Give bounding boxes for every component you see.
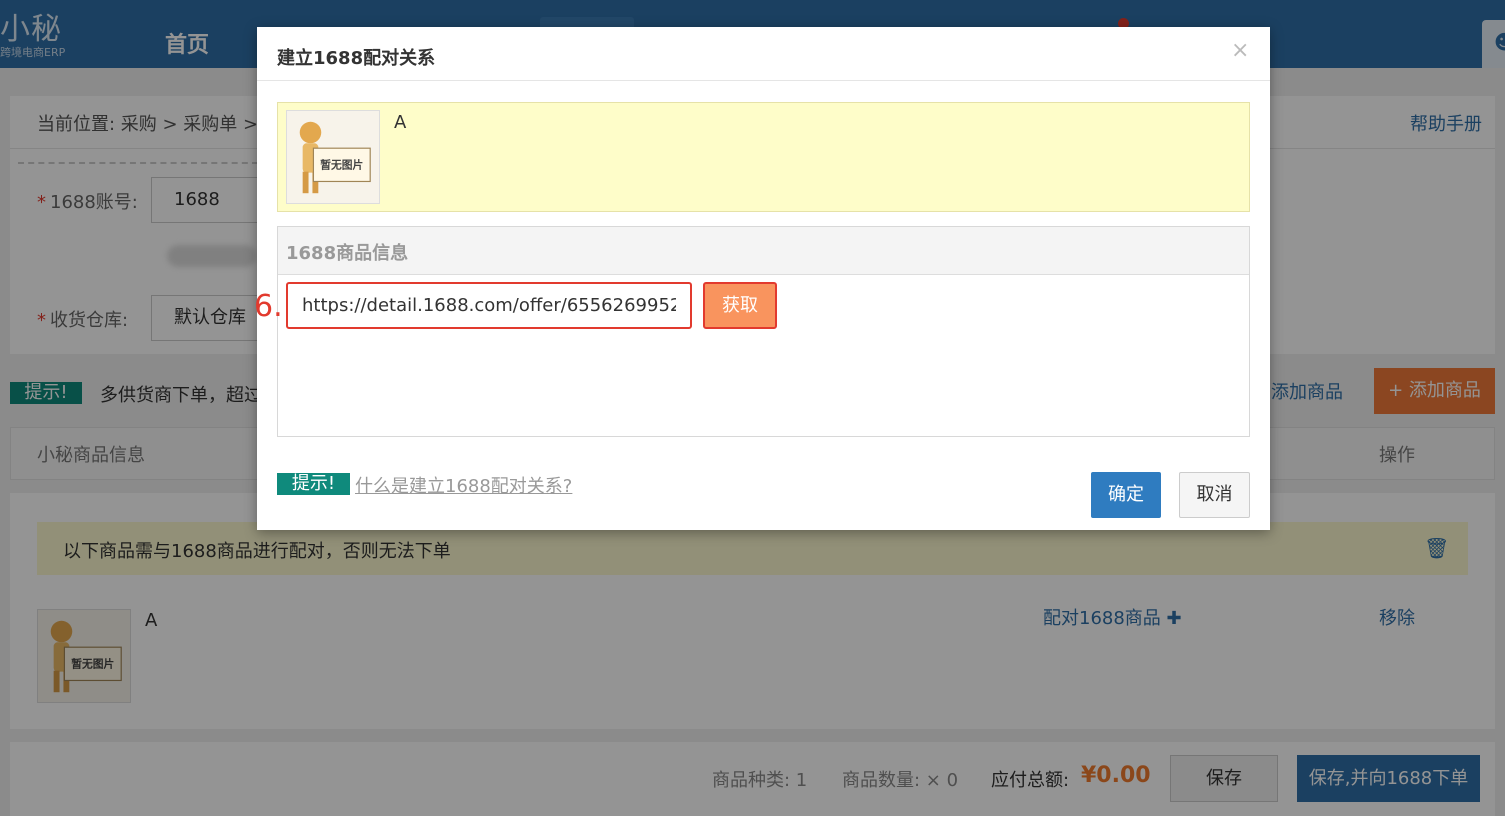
dialog-divider: [257, 80, 1270, 81]
info-1688-header: 1688商品信息: [278, 227, 1249, 275]
confirm-button[interactable]: 确定: [1091, 472, 1161, 518]
step-annotation: 6.: [254, 289, 283, 324]
product-thumbnail: 暂无图片: [286, 110, 380, 204]
dialog-tip-badge: 提示!: [277, 473, 350, 495]
product-name: A: [394, 112, 407, 133]
pairing-dialog: 建立1688配对关系 × 暂无图片 A 1688商品信息 6. 获取 提示! 什…: [254, 27, 1270, 530]
product-url-input[interactable]: [286, 282, 692, 329]
cancel-button[interactable]: 取消: [1179, 472, 1250, 518]
close-icon[interactable]: ×: [1231, 38, 1249, 63]
no-image-placeholder: 暂无图片: [287, 111, 379, 203]
info-1688-title: 1688商品信息: [286, 243, 409, 264]
selected-product: 暂无图片 A: [277, 102, 1250, 212]
dialog-title: 建立1688配对关系: [277, 48, 436, 69]
info-1688-section: 1688商品信息 6. 获取: [254, 226, 1250, 437]
fetch-button[interactable]: 获取: [703, 282, 777, 329]
no-image-text: 暂无图片: [320, 159, 363, 172]
what-is-pairing-link[interactable]: 什么是建立1688配对关系?: [355, 472, 572, 498]
